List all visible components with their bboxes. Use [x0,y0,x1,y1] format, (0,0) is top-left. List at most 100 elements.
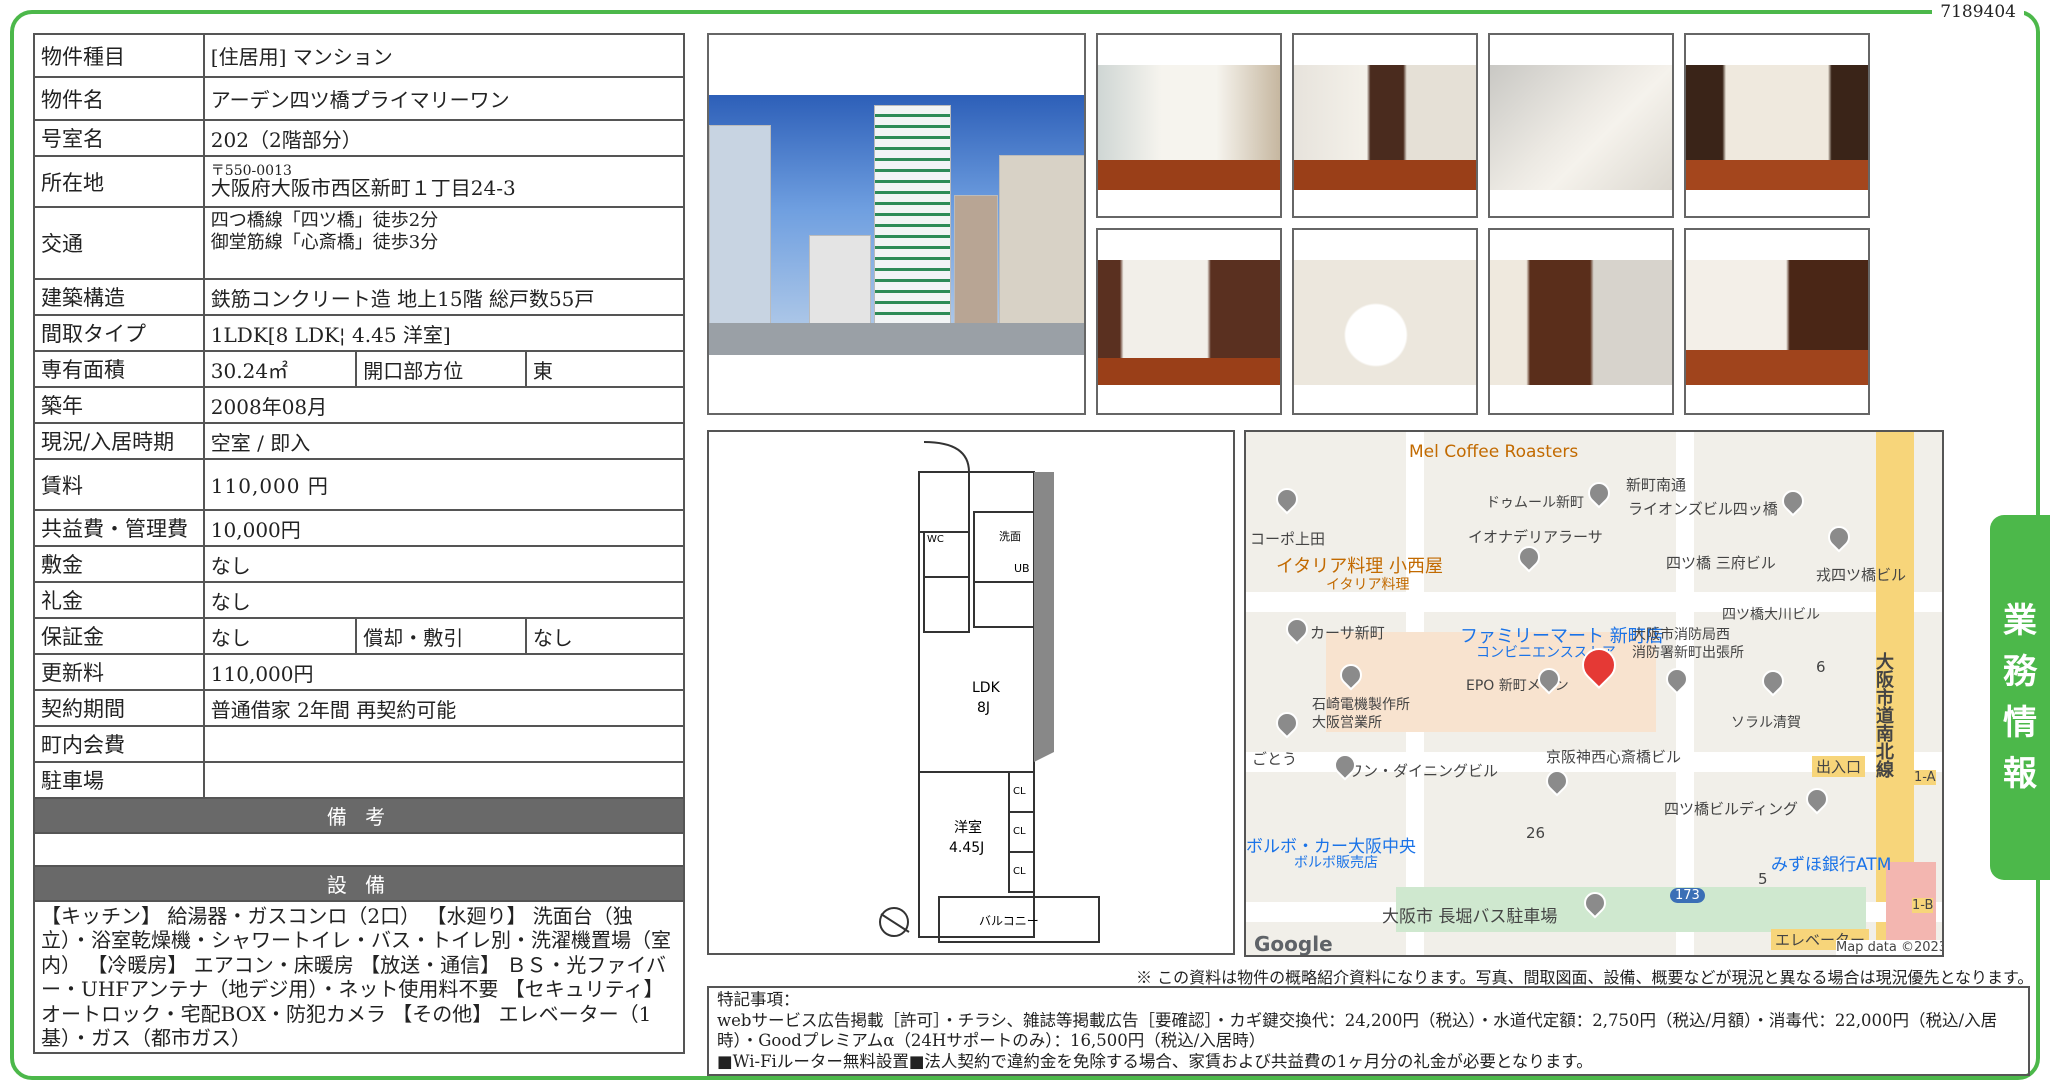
equipment-header: 設 備 [33,865,685,902]
map-label-road: 大阪市道南北線 [1873,652,1894,778]
map-number-2: 26 [1526,824,1546,842]
map-pin-icon [1801,783,1833,815]
address-value: 大阪府大阪市西区新町１丁目24-3 [210,176,516,201]
guarantee-value: なし [202,617,358,655]
interior-photo-3[interactable] [1488,33,1674,218]
town-fee-label: 町内会費 [33,725,205,763]
map-pin-icon [1583,477,1615,509]
google-logo: Google [1254,932,1333,956]
map-label-22: 出入口 [1812,756,1866,777]
deposit-value: なし [202,545,686,583]
map-label-19: ごとう [1252,750,1298,768]
keymoney-value: なし [202,581,686,619]
map-label-26: みずほ銀行ATM [1771,855,1892,875]
floorplan-drawing: LDK 8J 洋室 4.45J バルコニー 洗面 UB WC CL CL CL [879,441,1100,943]
business-info-tab[interactable]: 業 務 情 報 [1990,515,2050,880]
tab-char-4: 報 [2003,753,2037,794]
map-label-16: 石崎電機製作所 [1312,697,1410,713]
map-label-1: ドゥムール新町 [1486,495,1584,511]
special-notes-line-1: webサービス広告掲載［許可］・チラシ、雑誌等掲載広告［要確認］・カギ鍵交換代：… [717,1010,1998,1051]
map-label-25: ボルボ販売店 [1294,855,1378,871]
document-id: 7189404 [1932,2,2024,22]
map-label-8: 戎四ツ橋ビル [1816,566,1907,584]
map-label-4: イオナデリアラーサ [1468,528,1603,546]
structure-label: 建築構造 [33,278,205,316]
layout-label: 間取タイプ [33,314,205,352]
parking-label: 駐車場 [33,761,205,799]
tab-char-3: 情 [2003,702,2037,743]
access-line-2: 御堂筋線「心斎橋」徒歩3分 [210,231,439,253]
ldk-size: 8J [977,700,990,716]
built-label: 築年 [33,386,205,424]
interior-photo-2[interactable] [1292,33,1478,218]
town-fee-value [202,725,686,763]
map-number-3: 5 [1758,870,1768,888]
map-label-21: 京阪神西心斎橋ビル [1546,748,1682,766]
map-pin-icon [1271,483,1303,515]
closet-label-2: CL [1013,826,1026,837]
room-value: 202（2階部分） [202,119,686,157]
floorplan: LDK 8J 洋室 4.45J バルコニー 洗面 UB WC CL CL CL [707,430,1235,955]
address-label: 所在地 [33,155,205,208]
type-value: [住居用] マンション [202,33,686,78]
map-label-23: 四ツ橋ビルディング [1664,800,1798,818]
amort-label: 償却・敷引 [355,617,527,655]
map-label-18: ソラル清賀 [1731,715,1801,731]
ldk-label: LDK [972,680,1001,696]
interior-photo-6[interactable] [1292,228,1478,415]
map-label-6: イタリア料理 [1326,577,1410,593]
map-route-badge: 173 [1670,888,1705,903]
interior-photo-5[interactable] [1096,228,1282,415]
layout-value: 1LDK[8 LDK¦ 4.45 洋室] [202,314,686,352]
type-label: 物件種目 [33,33,205,78]
map-label-7: 四ツ橋 三府ビル [1666,554,1776,572]
rent-value: 110,000 円 [202,458,686,511]
amort-value: なし [524,617,686,655]
interior-photo-1[interactable] [1096,33,1282,218]
map-number-1: 6 [1816,658,1826,676]
renewal-label: 更新料 [33,653,205,691]
map-pin-icon [1777,485,1809,517]
tab-char-1: 業 [2003,600,2037,641]
map-label-17: 大阪営業所 [1312,715,1382,731]
map-label-13: 大阪市消防局西 [1632,627,1730,643]
special-notes-line-2: ■Wi-Fiルーター無料設置■法人契約で違約金を免除する場合、家賃および共益費の… [717,1051,1593,1071]
map-label-street: 新町南通 [1626,476,1687,494]
interior-photo-8[interactable] [1684,228,1870,415]
map-exit-1b: 1-B [1912,898,1934,913]
map-pin-icon [1271,707,1303,739]
exterior-photo[interactable] [707,33,1086,415]
fee-value: 10,000円 [202,509,686,547]
status-label: 現況/入居時期 [33,422,205,460]
status-value: 空室 / 即入 [202,422,686,460]
map-label-9: 四ツ橋大川ビル [1722,607,1820,623]
wash-label: 洗面 [999,530,1021,543]
facing-label: 開口部方位 [355,350,527,388]
guarantee-label: 保証金 [33,617,205,655]
ub-label: UB [1014,562,1030,575]
map-pin-icon [1757,665,1789,697]
remarks-header: 備 考 [33,797,685,834]
property-spec-table: 物件種目 [住居用] マンション 物件名 アーデン四ツ橋プライマリーワン 号室名… [33,33,686,1055]
area-value: 30.24㎡ [202,350,358,388]
deposit-label: 敷金 [33,545,205,583]
location-map[interactable]: Mel Coffee Roasters 新町南通 ドゥムール新町 ライオンズビル… [1244,430,1944,957]
special-notes-heading: 特記事項： [717,990,800,1009]
wc-label: WC [927,534,944,545]
map-label-coffee: Mel Coffee Roasters [1409,442,1579,462]
interior-photo-4[interactable] [1684,33,1870,218]
disclaimer-notice: ※ この資料は物件の概略紹介資料になります。写真、間取図面、設備、概要などが現況… [1136,968,2034,987]
parking-value [202,761,686,799]
renewal-value: 110,000円 [202,653,686,691]
area-label: 専有面積 [33,350,205,388]
structure-value: 鉄筋コンクリート造 地上15階 総戸数55戸 [202,278,686,316]
contract-label: 契約期間 [33,689,205,727]
map-label-14: 消防署新町出張所 [1632,645,1744,661]
map-label-20: ワン・ダイニングビル [1348,762,1499,780]
map-label-3: コーポ上田 [1250,530,1326,548]
interior-photo-7[interactable] [1488,228,1674,415]
access-label: 交通 [33,206,205,280]
keymoney-label: 礼金 [33,581,205,619]
closet-label-1: CL [1013,786,1026,797]
name-value: アーデン四ツ橋プライマリーワン [202,76,686,121]
